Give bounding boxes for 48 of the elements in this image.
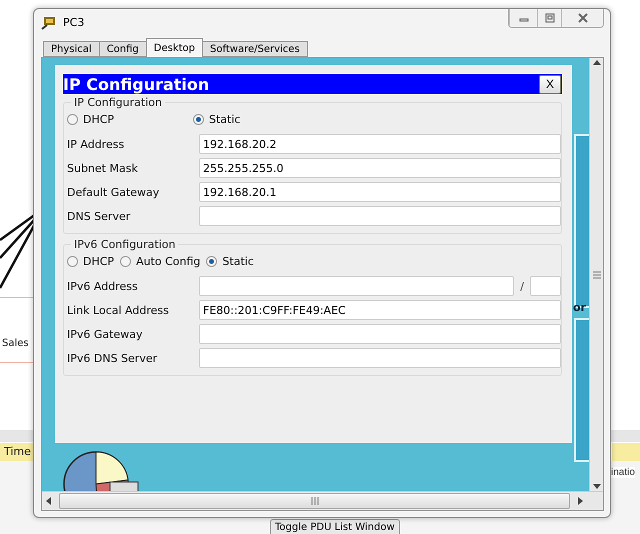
input-field[interactable]: 192.168.20.2 (199, 134, 561, 154)
tab[interactable]: Config (98, 41, 147, 57)
field-label: IPv6 DNS Server (67, 352, 158, 364)
tab[interactable]: Physical (43, 41, 100, 57)
field-label: Default Gateway (67, 186, 160, 198)
maximize-button[interactable] (537, 9, 561, 27)
close-button[interactable]: X (539, 74, 561, 94)
left-arrow-icon (46, 497, 51, 505)
field-label: Link Local Address (67, 304, 170, 316)
right-arrow-icon (578, 497, 583, 505)
pc-icon (41, 16, 57, 30)
up-arrow-icon (592, 60, 600, 65)
input-field[interactable] (199, 348, 561, 368)
dialog-title: IP Configuration (63, 74, 210, 94)
close-button[interactable] (561, 9, 603, 27)
radio-button[interactable]: Auto Config (120, 254, 200, 268)
grip-icon (310, 497, 318, 505)
group-title: IP Configuration (73, 96, 163, 109)
input-field[interactable]: 192.168.20.1 (199, 182, 561, 202)
field-label: DNS Server (67, 210, 132, 222)
input-field[interactable]: FE80::201:C9FF:FE49:AEC (199, 300, 561, 320)
tab[interactable]: Software/Services (202, 41, 308, 57)
input-field[interactable] (199, 324, 561, 344)
radio-button[interactable]: Static (193, 112, 240, 126)
field-label: IPv6 Address (67, 280, 139, 292)
input-field[interactable] (199, 206, 561, 226)
device-label: Sales (2, 338, 29, 349)
grip-icon (592, 270, 600, 278)
group-title: IPv6 Configuration (73, 238, 176, 251)
down-arrow-icon (592, 484, 600, 489)
close-icon (576, 13, 588, 23)
radio-button[interactable]: Static (206, 254, 254, 268)
radio-button[interactable]: DHCP (67, 112, 187, 126)
maximize-icon (544, 13, 554, 23)
input-field[interactable]: 255.255.255.0 (199, 158, 561, 178)
field-label: IPv6 Gateway (67, 328, 144, 340)
minimize-button[interactable] (509, 9, 537, 27)
toggle-pdu-button[interactable]: Toggle PDU List Window (270, 519, 400, 534)
field-label: Subnet Mask (67, 162, 139, 174)
input-field[interactable] (199, 276, 514, 296)
column-header: inatio (611, 467, 635, 478)
prefix-field[interactable] (530, 276, 561, 296)
radio-button[interactable]: DHCP (67, 254, 114, 268)
separator: / (520, 280, 524, 292)
window-title: PC3 (63, 16, 84, 29)
field-label: IP Address (67, 138, 126, 150)
toolbar-strip (612, 443, 640, 461)
realtime-tab[interactable]: Time (0, 443, 33, 461)
